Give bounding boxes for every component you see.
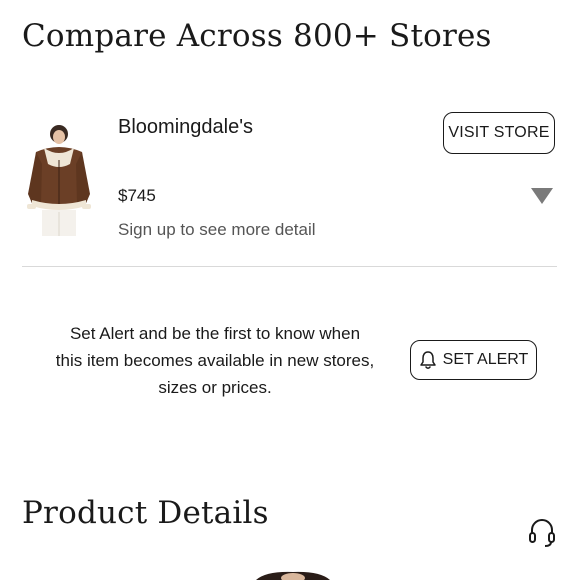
- set-alert-label: SET ALERT: [442, 351, 529, 368]
- set-alert-button[interactable]: SET ALERT: [410, 340, 537, 380]
- alert-line-1: Set Alert and be the first to know when: [69, 324, 361, 343]
- set-alert-section: Set Alert and be the first to know when …: [0, 318, 580, 408]
- section-divider: [22, 266, 557, 267]
- alert-line-3: sizes or prices.: [158, 378, 272, 397]
- chevron-down-icon[interactable]: [531, 188, 553, 204]
- visit-store-button[interactable]: VISIT STORE: [443, 112, 555, 154]
- store-price: $745: [118, 186, 156, 205]
- alert-line-2: this item becomes available in new store…: [55, 351, 375, 370]
- product-details-title: Product Details: [22, 495, 269, 531]
- bell-icon: [419, 351, 436, 369]
- store-offer-row: Bloomingdale's $745 Sign up to see more …: [0, 112, 580, 262]
- product-thumbnail[interactable]: [26, 124, 92, 236]
- signup-detail-note[interactable]: Sign up to see more detail: [118, 220, 316, 240]
- headset-icon[interactable]: [527, 517, 557, 547]
- store-name[interactable]: Bloomingdale's: [118, 116, 253, 139]
- product-detail-image: [256, 571, 330, 580]
- alert-description: Set Alert and be the first to know when …: [34, 320, 396, 401]
- compare-stores-title: Compare Across 800+ Stores: [22, 18, 492, 54]
